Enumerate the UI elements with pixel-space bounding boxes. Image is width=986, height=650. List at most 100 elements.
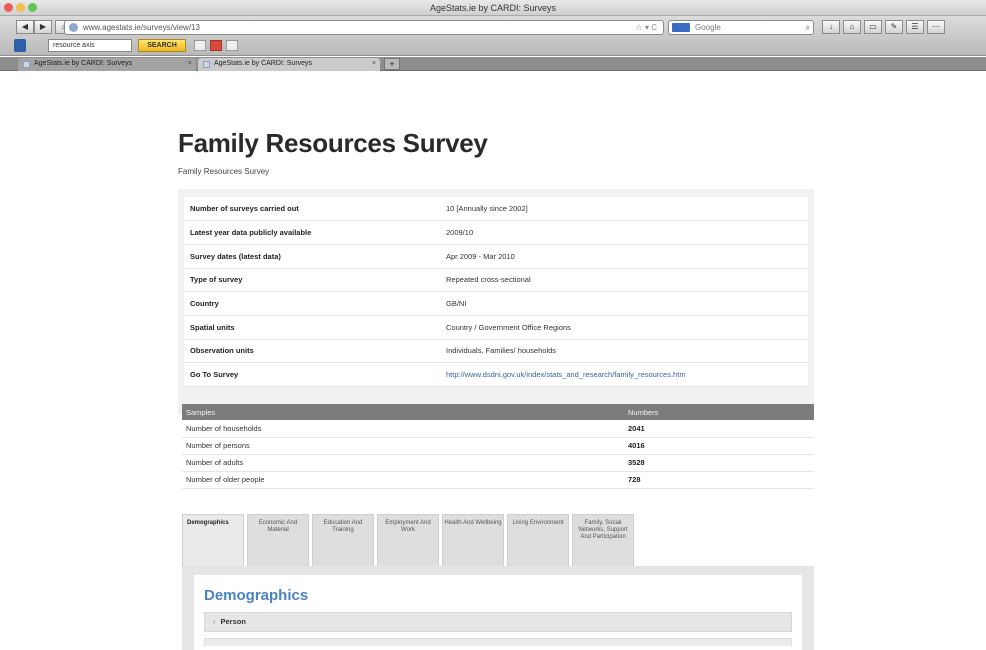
- tab-close-icon[interactable]: ×: [188, 58, 192, 70]
- info-value: Apr 2009 - Mar 2010: [440, 244, 808, 269]
- info-value: GB/NI: [440, 291, 808, 316]
- search-icon[interactable]: ⌕: [806, 21, 810, 34]
- sample-label: Number of persons: [182, 437, 624, 455]
- table-row: Spatial units Country / Government Offic…: [184, 315, 808, 340]
- tab-favicon-icon: [203, 61, 210, 68]
- info-key: Survey dates (latest data): [184, 244, 440, 269]
- info-key: Latest year data publicly available: [184, 220, 440, 245]
- sample-value: 2041: [624, 420, 814, 438]
- window-titlebar: AgeStats.ie by CARDI: Surveys: [0, 0, 986, 16]
- addon-logo-icon[interactable]: [14, 39, 26, 52]
- info-key: Go To Survey: [184, 362, 440, 387]
- info-key: Type of survey: [184, 268, 440, 293]
- table-row: Go To Survey http://www.dsdni.gov.uk/ind…: [184, 362, 808, 387]
- sample-value: 728: [624, 471, 814, 489]
- info-value: 2009/10: [440, 220, 808, 245]
- topic-tabs-area: Demographics Economic And Material Educa…: [182, 514, 814, 650]
- info-key: Spatial units: [184, 315, 440, 340]
- table-row: Observation units Individuals, Families/…: [184, 339, 808, 364]
- browser-toolbar: ◀ ▶ ⌂ www.agestats.ie/surveys/view/13 ☆ …: [0, 16, 986, 56]
- zoom-window-icon[interactable]: [28, 3, 37, 12]
- accordion-next[interactable]: [204, 638, 792, 646]
- screen-icon[interactable]: ▭: [864, 20, 882, 34]
- tab-favicon-icon: [23, 61, 30, 68]
- sample-label: Number of households: [182, 420, 624, 438]
- tab-health-and-wellbeing[interactable]: Health And Wellbeing: [442, 514, 504, 566]
- table-row: Number of adults 3528: [182, 454, 814, 472]
- browser-tab[interactable]: AgeStats.ie by CARDI: Surveys ×: [18, 58, 196, 71]
- info-value: Country / Government Office Regions: [440, 315, 808, 340]
- search-bar[interactable]: Google ⌕: [668, 20, 814, 35]
- tab-family-social-networks[interactable]: Family, Social Networks, Support And Par…: [572, 514, 634, 566]
- accordion-label: Person: [220, 617, 246, 626]
- info-value: http://www.dsdni.gov.uk/index/stats_and_…: [440, 362, 808, 387]
- chevron-right-icon: ›: [213, 617, 216, 626]
- info-value: 10 [Annually since 2002]: [440, 197, 808, 222]
- tab-education-and-training[interactable]: Education And Training: [312, 514, 374, 566]
- accordion-person[interactable]: › Person: [204, 612, 792, 632]
- sample-label: Number of adults: [182, 454, 624, 472]
- column-header: Numbers: [624, 404, 814, 420]
- note-icon[interactable]: [226, 40, 238, 51]
- tab-bar: AgeStats.ie by CARDI: Surveys × AgeStats…: [0, 57, 986, 71]
- home-icon[interactable]: ⌂: [843, 20, 861, 34]
- info-value: Repeated cross-sectional: [440, 268, 808, 293]
- info-key: Country: [184, 291, 440, 316]
- url-bar[interactable]: www.agestats.ie/surveys/view/13 ☆ ▾ C: [64, 20, 664, 35]
- tab-economic-and-material[interactable]: Economic And Material: [247, 514, 309, 566]
- minimize-window-icon[interactable]: [16, 3, 25, 12]
- column-header: Samples: [182, 404, 624, 420]
- table-row: Country GB/NI: [184, 291, 808, 316]
- tools-icon[interactable]: ✎: [885, 20, 903, 34]
- new-tab-button[interactable]: +: [384, 58, 400, 70]
- tab-close-icon[interactable]: ×: [372, 58, 376, 70]
- tab-label: AgeStats.ie by CARDI: Surveys: [214, 60, 313, 67]
- reload-icon[interactable]: ☆ ▾ C: [636, 21, 657, 34]
- survey-link[interactable]: http://www.dsdni.gov.uk/index/stats_and_…: [446, 370, 686, 379]
- window-controls[interactable]: [4, 3, 37, 12]
- panel-inner: Demographics › Person: [194, 575, 802, 650]
- forward-button[interactable]: ▶: [34, 20, 52, 34]
- close-window-icon[interactable]: [4, 3, 13, 12]
- sample-label: Number of older people: [182, 471, 624, 489]
- pdf-icon[interactable]: [210, 40, 222, 51]
- survey-info-table: Number of surveys carried out 10 [Annual…: [184, 197, 808, 387]
- bookmarks-toolbar: resource axis SEARCH: [0, 38, 986, 55]
- topic-tabstrip: Demographics Economic And Material Educa…: [182, 514, 634, 566]
- tab-demographics[interactable]: Demographics: [182, 514, 244, 566]
- page-content: Family Resources Survey Family Resources…: [0, 72, 986, 650]
- table-row: Latest year data publicly available 2009…: [184, 220, 808, 245]
- survey-info-box: Number of surveys carried out 10 [Annual…: [178, 189, 814, 415]
- table-row: Number of older people 728: [182, 471, 814, 489]
- downloads-icon[interactable]: ↓: [822, 20, 840, 34]
- samples-table: Samples Numbers Number of households 204…: [182, 404, 814, 489]
- toolbar-icons: ↓ ⌂ ▭ ✎ ☰ ⋯: [822, 20, 945, 34]
- topic-tab-panel: Demographics › Person: [182, 566, 814, 650]
- table-row: Number of surveys carried out 10 [Annual…: [184, 197, 808, 222]
- back-button[interactable]: ◀: [16, 20, 34, 34]
- page-title: Family Resources Survey: [178, 128, 488, 158]
- window-title: AgeStats.ie by CARDI: Surveys: [429, 3, 557, 13]
- search-placeholder: Google: [695, 23, 721, 32]
- extension-icon[interactable]: ⋯: [927, 20, 945, 34]
- url-text: www.agestats.ie/surveys/view/13: [83, 23, 200, 32]
- table-row: Survey dates (latest data) Apr 2009 - Ma…: [184, 244, 808, 269]
- bookmark-icon[interactable]: [194, 40, 206, 51]
- bookmark-select[interactable]: resource axis: [48, 39, 132, 52]
- tab-employment-and-work[interactable]: Employment And Work: [377, 514, 439, 566]
- tab-living-environment[interactable]: Living Environment: [507, 514, 569, 566]
- table-row: Type of survey Repeated cross-sectional: [184, 268, 808, 293]
- panel-heading: Demographics: [204, 587, 309, 604]
- sample-value: 3528: [624, 454, 814, 472]
- bookmark-search-button[interactable]: SEARCH: [138, 39, 186, 52]
- browser-tab-active[interactable]: AgeStats.ie by CARDI: Surveys ×: [198, 58, 380, 71]
- sample-value: 4016: [624, 437, 814, 455]
- table-row: Number of persons 4016: [182, 437, 814, 455]
- table-row: Number of households 2041: [182, 420, 814, 438]
- site-identity-icon[interactable]: [69, 23, 78, 32]
- info-key: Number of surveys carried out: [184, 197, 440, 222]
- tab-label: AgeStats.ie by CARDI: Surveys: [34, 60, 133, 67]
- info-value: Individuals, Families/ households: [440, 339, 808, 364]
- menu-icon[interactable]: ☰: [906, 20, 924, 34]
- search-engine-icon[interactable]: [672, 23, 690, 32]
